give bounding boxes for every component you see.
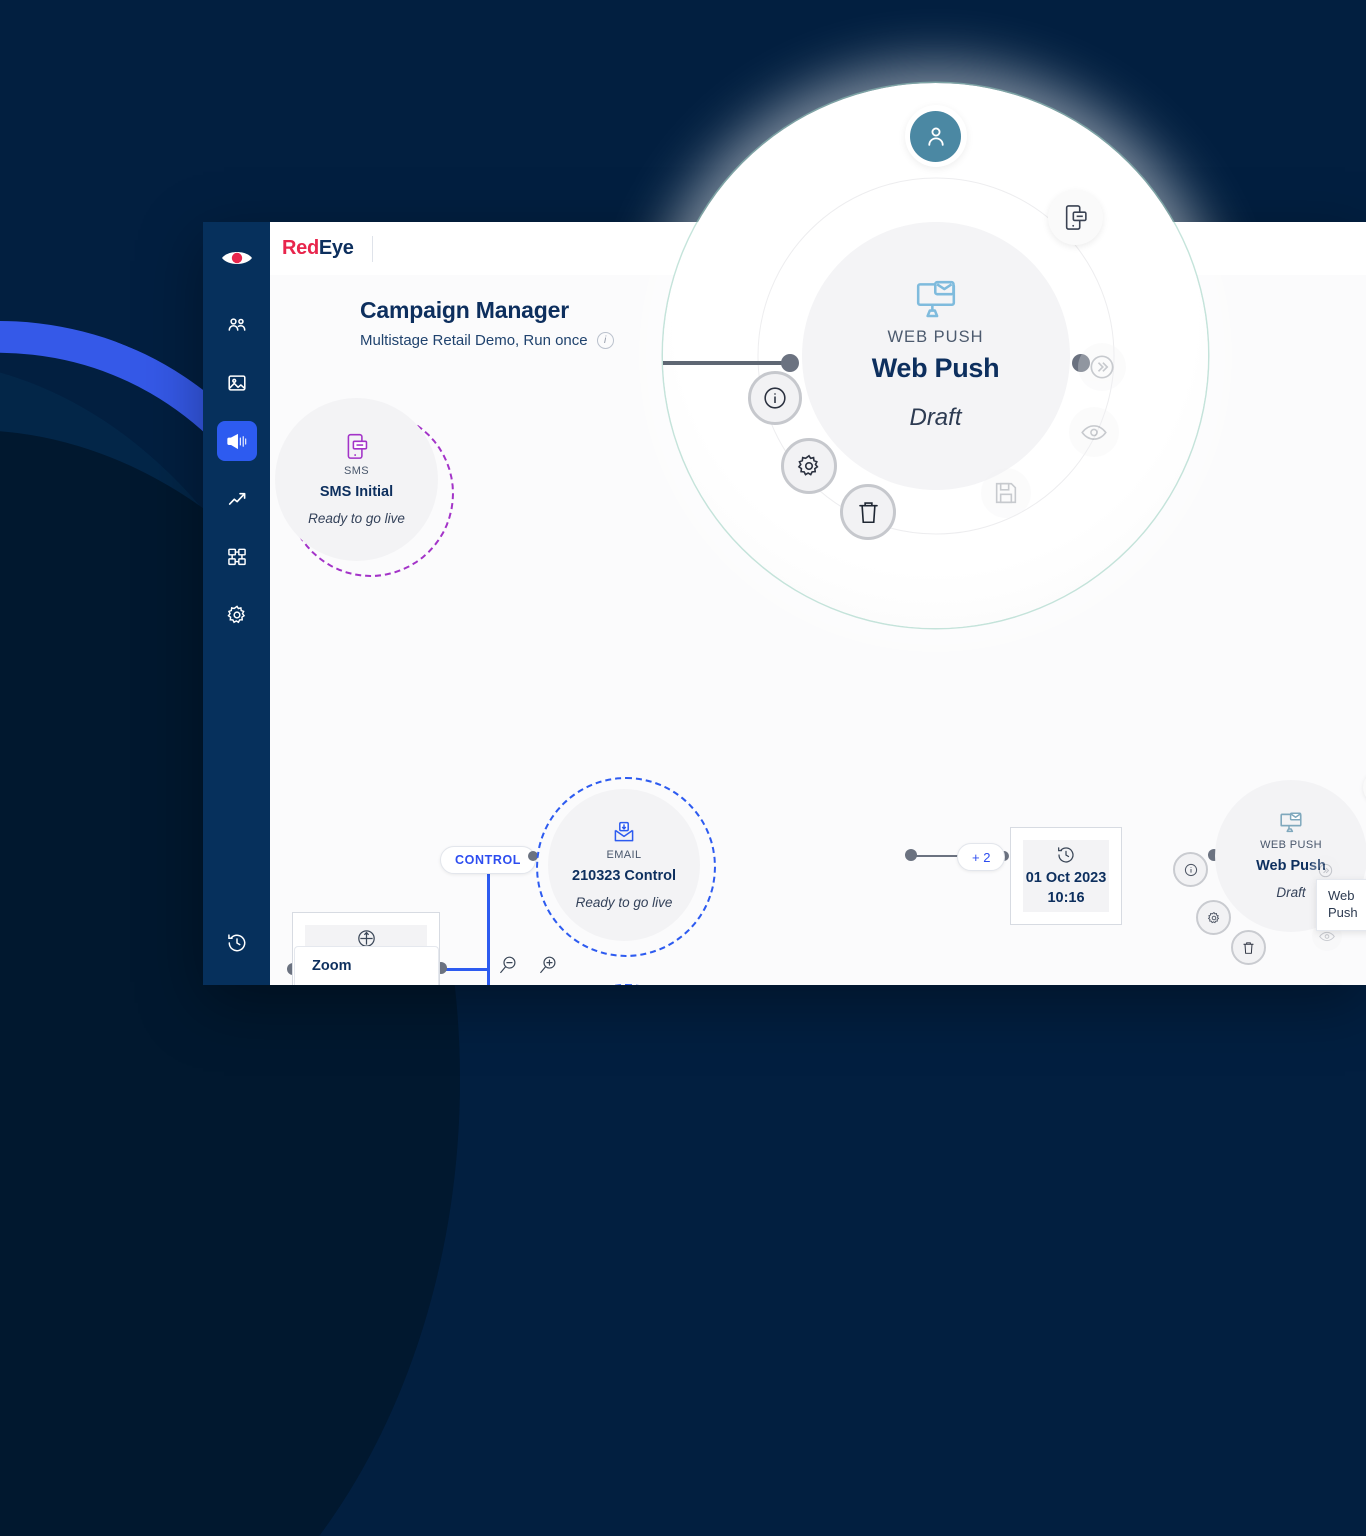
info-circle-icon	[763, 386, 787, 410]
image-icon	[226, 372, 248, 394]
sms-phone-icon	[345, 433, 368, 460]
node-kind-sms: SMS	[343, 464, 370, 477]
zoom-bar[interactable]: Zoom	[294, 946, 439, 985]
zoom-label: Zoom	[312, 958, 352, 974]
magnified-kind: WEB PUSH	[887, 327, 984, 346]
edge-split-vertical	[487, 860, 490, 985]
edge-split-horizontal	[442, 968, 490, 971]
tooltip-web-push: Web Push	[1316, 879, 1366, 931]
brand-red-text: Red	[282, 237, 319, 259]
magnified-name: Web Push	[871, 352, 1000, 383]
magnified-avatar[interactable]	[904, 105, 967, 167]
web-push-monitor-icon	[1279, 812, 1303, 834]
webpush-action-save[interactable]	[1319, 982, 1349, 985]
zoom-controls	[498, 955, 558, 975]
magnified-action-skip[interactable]	[1078, 343, 1126, 391]
redeye-logo-icon	[221, 248, 253, 268]
page-title: Campaign Manager	[360, 297, 569, 323]
node-status-sms: Ready to go live	[308, 511, 405, 527]
edge-control-to-count2	[911, 855, 963, 857]
grid-nodes-icon	[226, 546, 248, 568]
node-kind-web-push: WEB PUSH	[1260, 838, 1322, 851]
magnified-status: Draft	[909, 403, 962, 431]
magnified-action-delete[interactable]	[840, 484, 896, 540]
node-wait-01-oct[interactable]: 01 Oct 2023 10:16	[1010, 827, 1122, 925]
brand-eye-text: Eye	[318, 237, 354, 259]
sidebar-item-content[interactable]	[217, 363, 257, 403]
clock-history-icon	[1056, 845, 1076, 865]
trend-up-icon	[226, 488, 248, 510]
chevrons-right-icon	[1318, 863, 1333, 878]
magnified-action-save[interactable]	[981, 468, 1031, 518]
node-ring-210323-control-test	[536, 984, 716, 985]
webpush-action-delete[interactable]	[1231, 930, 1266, 965]
page-subtitle: Multistage Retail Demo, Run once i	[360, 332, 614, 349]
node-kind-210323-control: EMAIL	[606, 848, 642, 861]
sidebar-item-settings[interactable]	[217, 595, 257, 635]
copy-sms-icon	[1064, 204, 1088, 231]
sidebar-item-audience[interactable]	[217, 305, 257, 345]
sidebar	[203, 222, 270, 985]
sidebar-item-reporting[interactable]	[217, 479, 257, 519]
count-pill-2[interactable]: + 2	[957, 843, 1006, 871]
webpush-action-info[interactable]	[1173, 852, 1208, 887]
chevrons-right-icon	[1089, 354, 1115, 380]
info-icon[interactable]: i	[596, 332, 614, 349]
page-subtitle-text: Multistage Retail Demo, Run once	[360, 332, 588, 349]
gear-icon	[1207, 911, 1221, 925]
gear-icon	[226, 604, 248, 626]
floppy-save-icon	[994, 481, 1018, 505]
magnified-action-duplicate[interactable]	[1048, 190, 1103, 245]
brand-logo[interactable]: RedEye	[270, 237, 354, 260]
tooltip-line-1: Web	[1328, 888, 1355, 903]
magnified-edge-in	[663, 361, 795, 365]
email-down-icon	[612, 820, 636, 844]
magnified-node-web-push[interactable]: WEB PUSH Web Push Draft	[801, 221, 1070, 490]
sidebar-item-logo[interactable]	[215, 236, 259, 280]
tooltip-line-2: Push	[1328, 904, 1358, 920]
megaphone-icon	[225, 430, 248, 453]
edge-dot-control-out	[905, 849, 917, 861]
magnified-action-info[interactable]	[748, 371, 802, 425]
magnified-action-settings[interactable]	[781, 438, 837, 494]
gear-icon	[796, 453, 822, 479]
sidebar-item-history[interactable]	[217, 923, 257, 963]
branch-pill-control[interactable]: CONTROL	[440, 846, 536, 874]
eye-icon	[1319, 931, 1335, 942]
sidebar-item-integrations[interactable]	[217, 537, 257, 577]
magnifier-overlay: WEB PUSH Web Push Draft	[663, 83, 1208, 628]
sidebar-item-campaigns[interactable]	[216, 421, 257, 461]
web-push-monitor-icon	[914, 280, 958, 320]
eye-icon	[1081, 424, 1107, 441]
info-circle-icon	[1184, 863, 1198, 877]
magnifier-minus-icon[interactable]	[498, 955, 518, 975]
node-status-210323-control: Ready to go live	[575, 895, 673, 911]
node-wait-01-oct-inner: 01 Oct 2023 10:16	[1023, 840, 1109, 912]
node-210323-control[interactable]: EMAIL 210323 Control Ready to go live	[548, 789, 700, 941]
trash-icon	[857, 500, 880, 525]
trash-icon	[1242, 941, 1255, 955]
magnified-action-preview[interactable]	[1069, 407, 1119, 457]
person-icon	[910, 110, 961, 162]
node-wait-01-oct-time: 10:16	[1047, 889, 1085, 906]
brand-divider	[371, 235, 373, 262]
magnified-dot-in	[781, 354, 799, 372]
people-icon	[226, 314, 248, 336]
magnifier-plus-icon[interactable]	[538, 955, 558, 975]
history-clock-icon	[226, 932, 248, 954]
node-sms-initial[interactable]: SMS SMS Initial Ready to go live	[275, 398, 438, 561]
node-status-web-push: Draft	[1276, 885, 1306, 901]
node-wait-01-oct-date: 01 Oct 2023	[1025, 869, 1107, 886]
node-name-210323-control: 210323 Control	[572, 868, 676, 885]
webpush-action-settings[interactable]	[1196, 900, 1231, 935]
node-name-sms: SMS Initial	[319, 484, 394, 501]
